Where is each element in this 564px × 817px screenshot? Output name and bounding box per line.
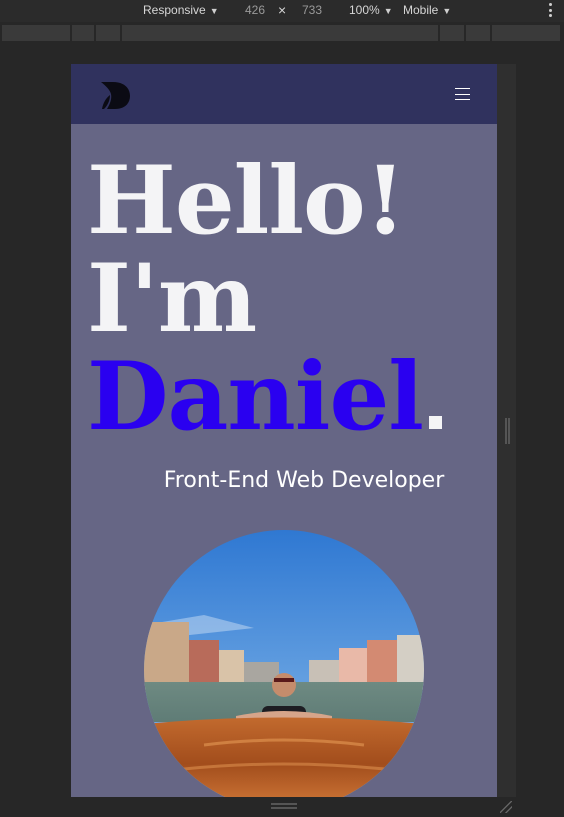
hero-heading: Hello! I'm Daniel <box>87 152 442 446</box>
zoom-label: 100% <box>349 3 380 17</box>
caret-down-icon: ▼ <box>209 6 219 16</box>
height-input[interactable]: 733 <box>302 3 322 17</box>
caret-down-icon: ▼ <box>442 6 452 16</box>
media-query-segment[interactable] <box>2 25 70 41</box>
times-icon: × <box>278 2 287 18</box>
media-query-segment[interactable] <box>466 25 490 41</box>
media-query-segment[interactable] <box>72 25 94 41</box>
media-query-segment[interactable] <box>122 25 438 41</box>
job-title: Front-End Web Developer <box>163 468 445 493</box>
hero-name: Daniel <box>87 342 424 452</box>
resize-handle-bottom[interactable] <box>271 803 297 809</box>
media-query-segment[interactable] <box>492 25 560 41</box>
more-options-icon[interactable] <box>548 3 552 17</box>
site-navbar <box>71 64 497 124</box>
devtools-device-toolbar: Responsive ▼ 426 × 733 100% ▼ Mobile ▼ <box>0 0 564 22</box>
media-query-bar <box>0 24 564 42</box>
device-viewport: Hello! I'm Daniel Front-End Web Develope… <box>71 64 497 797</box>
width-input[interactable]: 426 <box>245 3 265 17</box>
zoom-select[interactable]: 100% ▼ <box>349 3 393 17</box>
resize-handle-right[interactable] <box>505 418 510 444</box>
throttle-label: Mobile <box>403 3 439 17</box>
media-query-segment[interactable] <box>96 25 120 41</box>
throttle-select[interactable]: Mobile ▼ <box>403 3 451 17</box>
hero-line-hello: Hello! <box>87 146 406 256</box>
resize-handle-corner[interactable] <box>500 801 512 813</box>
profile-photo <box>144 530 424 797</box>
media-query-segment[interactable] <box>440 25 464 41</box>
caret-down-icon: ▼ <box>383 6 393 16</box>
hero-line-name: Daniel <box>87 348 442 446</box>
device-label: Responsive <box>143 3 206 17</box>
d-logo-icon[interactable] <box>99 80 131 110</box>
hero-dot <box>429 416 442 429</box>
hamburger-menu-icon[interactable] <box>455 88 470 100</box>
device-select[interactable]: Responsive ▼ <box>143 3 219 17</box>
hero-line-im: I'm <box>87 244 257 354</box>
